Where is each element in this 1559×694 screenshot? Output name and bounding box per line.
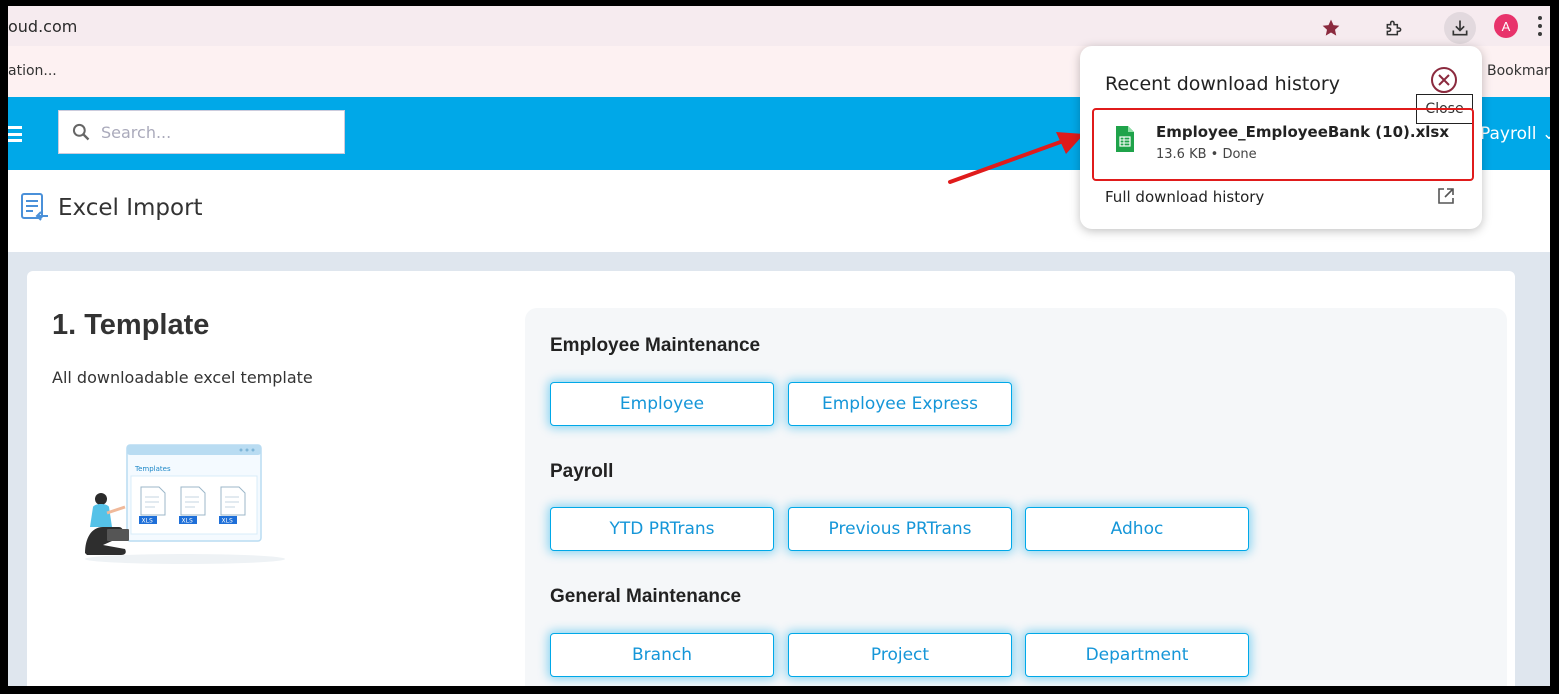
illustration-label: Templates <box>134 465 171 473</box>
excel-import-icon <box>21 193 48 221</box>
download-history-popup: Recent download history Close Employee_E… <box>1080 46 1482 229</box>
xls-badge: XLS <box>222 518 233 525</box>
group-title: Employee Maintenance <box>550 335 761 356</box>
all-bookmarks-link[interactable]: Bookmark <box>1487 63 1550 79</box>
payroll-module-menu[interactable]: Payroll ⌄ <box>1480 124 1550 144</box>
page-title: Excel Import <box>58 195 203 221</box>
group-title: Payroll <box>550 461 614 482</box>
annotation-arrow <box>948 132 1084 184</box>
browser-url-bar: oud.com A <box>8 6 1550 46</box>
department-template-button[interactable]: Department <box>1025 633 1249 677</box>
download-popup-title: Recent download history <box>1105 73 1340 95</box>
payroll-menu-label: Payroll <box>1480 124 1537 144</box>
template-groups-panel: Employee Maintenance Employee Employee E… <box>525 308 1507 686</box>
branch-template-button[interactable]: Branch <box>550 633 774 677</box>
project-template-button[interactable]: Project <box>788 633 1012 677</box>
search-icon <box>72 123 90 141</box>
bookmark-item[interactable]: ation... <box>8 63 57 79</box>
employee-template-button[interactable]: Employee <box>550 382 774 426</box>
group-title: General Maintenance <box>550 586 742 607</box>
downloads-icon[interactable] <box>1444 12 1476 44</box>
adhoc-template-button[interactable]: Adhoc <box>1025 507 1249 551</box>
profile-avatar[interactable]: A <box>1494 14 1518 38</box>
hamburger-menu-icon[interactable] <box>8 126 22 142</box>
full-download-history-link[interactable]: Full download history <box>1105 188 1264 206</box>
section-title: 1. Template <box>52 309 210 341</box>
template-intro: 1. Template All downloadable excel templ… <box>52 309 492 387</box>
spreadsheet-file-icon <box>1116 126 1134 152</box>
xls-badge: XLS <box>182 518 193 525</box>
extensions-puzzle-icon[interactable] <box>1378 12 1410 44</box>
browser-menu-icon[interactable] <box>1538 14 1544 38</box>
employee-express-template-button[interactable]: Employee Express <box>788 382 1012 426</box>
ytd-prtrans-template-button[interactable]: YTD PRTrans <box>550 507 774 551</box>
search-box[interactable] <box>58 110 345 154</box>
section-description: All downloadable excel template <box>52 368 313 387</box>
xls-badge: XLS <box>142 518 153 525</box>
templates-illustration: Templates XLS XLS XLS <box>85 444 285 564</box>
open-external-icon[interactable] <box>1436 186 1456 206</box>
search-input[interactable] <box>101 122 331 142</box>
download-file-status: 13.6 KB • Done <box>1156 147 1257 162</box>
chevron-down-icon: ⌄ <box>1541 124 1550 144</box>
download-file-name[interactable]: Employee_EmployeeBank (10).xlsx <box>1156 123 1449 141</box>
previous-prtrans-template-button[interactable]: Previous PRTrans <box>788 507 1012 551</box>
screenshot-frame: oud.com A ation... Bookmark Payroll ⌄ <box>8 6 1550 686</box>
bookmark-star-icon[interactable] <box>1315 12 1347 44</box>
template-card: 1. Template All downloadable excel templ… <box>27 271 1515 686</box>
address-bar-text[interactable]: oud.com <box>8 17 77 36</box>
close-icon[interactable] <box>1430 66 1458 94</box>
download-item[interactable]: Employee_EmployeeBank (10).xlsx 13.6 KB … <box>1092 108 1474 181</box>
